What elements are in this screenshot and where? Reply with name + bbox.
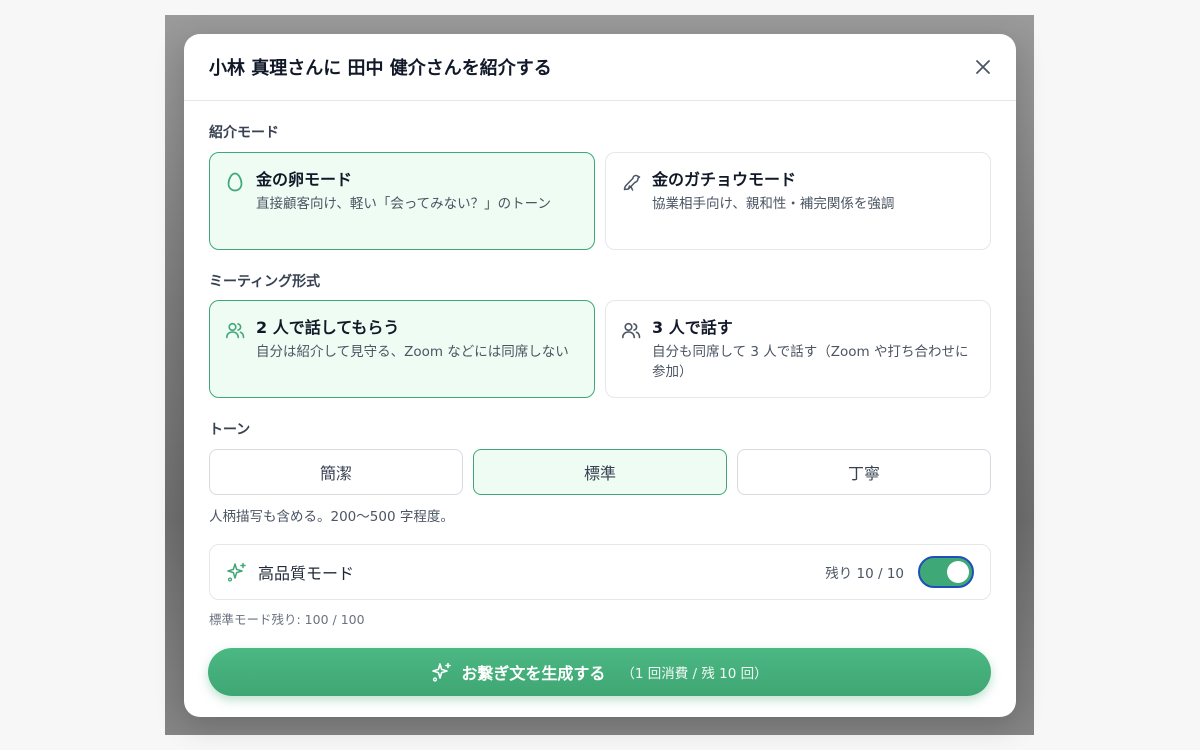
intro-mode-option-golden-goose[interactable]: 金のガチョウモード 協業相手向け、親和性・補完関係を強調 [605,152,991,250]
card-title: 3 人で話す [652,318,733,337]
sparkles-icon [432,662,452,682]
card-title: 金のガチョウモード [652,170,797,189]
egg-icon [227,172,243,192]
users-icon [622,322,641,339]
card-desc: 自分も同席して 3 人で話す（Zoom や打ち合わせに参加） [652,344,969,380]
tone-option-standard[interactable]: 標準 [473,449,727,495]
generate-label: お繋ぎ文を生成する [461,664,606,683]
tone-note: 人柄描写も含める。200〜500 字程度。 [209,509,454,525]
tone-option-concise[interactable]: 簡潔 [209,449,463,495]
quality-mode-row: 高品質モード 残り 10 / 10 [209,544,991,600]
meeting-option-three-person[interactable]: 3 人で話す 自分も同席して 3 人で話す（Zoom や打ち合わせに参加） [605,300,991,398]
close-icon [976,60,990,74]
meeting-option-two-person[interactable]: 2 人で話してもらう 自分は紹介して見守る、Zoom などには同席しない [209,300,595,398]
modal-title: 小林 真理さんに 田中 健介さんを紹介する [209,58,552,79]
card-desc: 直接顧客向け、軽い「会ってみない？」のトーン [256,196,551,212]
card-desc: 協業相手向け、親和性・補完関係を強調 [652,196,895,212]
introduction-modal: 小林 真理さんに 田中 健介さんを紹介する 紹介モード 金の卵モード 直接顧客向… [184,34,1016,717]
tone-option-polite[interactable]: 丁寧 [737,449,991,495]
card-desc: 自分は紹介して見守る、Zoom などには同席しない [256,344,569,360]
card-title: 2 人で話してもらう [256,318,400,337]
modal-header: 小林 真理さんに 田中 健介さんを紹介する [184,34,1016,101]
bird-icon [623,174,641,191]
quality-remaining: 残り 10 / 10 [825,566,904,582]
intro-mode-option-golden-egg[interactable]: 金の卵モード 直接顧客向け、軽い「会ってみない？」のトーン [209,152,595,250]
generate-usage: （1 回消費 / 残 10 回） [621,666,768,682]
intro-mode-label: 紹介モード [209,125,279,141]
quality-mode-toggle[interactable] [918,556,974,588]
meeting-format-label: ミーティング形式 [209,274,321,290]
card-title: 金の卵モード [256,170,353,189]
quality-mode-label: 高品質モード [258,564,355,583]
tone-label: トーン [209,422,251,438]
users-icon [226,322,245,339]
standard-mode-remaining: 標準モード残り: 100 / 100 [209,612,365,627]
toggle-knob [947,561,969,583]
sparkles-icon [227,562,246,582]
generate-button[interactable]: お繋ぎ文を生成する （1 回消費 / 残 10 回） [208,648,991,696]
close-button[interactable] [969,53,997,81]
